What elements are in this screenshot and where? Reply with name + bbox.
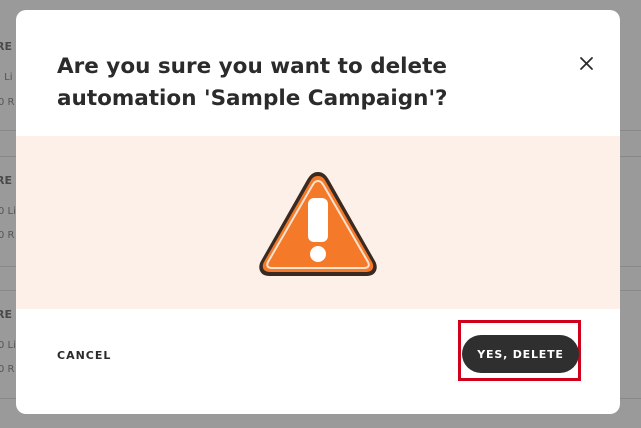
background-row-text: 0 R	[0, 97, 15, 108]
warning-panel	[16, 136, 620, 309]
warning-triangle-icon	[259, 172, 377, 276]
background-row-text: 0 R	[0, 364, 15, 375]
close-icon	[580, 57, 593, 70]
delete-automation-dialog: Are you sure you want to delete automati…	[16, 10, 620, 414]
background-row-text: 0 Li	[0, 206, 16, 217]
dialog-title: Are you sure you want to delete automati…	[57, 54, 448, 111]
cancel-button[interactable]: CANCEL	[57, 347, 111, 363]
background-row-text: 0 Li	[0, 340, 16, 351]
background-row-text: I Li	[0, 72, 13, 83]
background-row-title: RE	[0, 174, 12, 187]
yes-delete-button[interactable]: YES, DELETE	[462, 335, 579, 373]
close-button[interactable]	[576, 53, 598, 75]
background-row-text: 0 R	[0, 230, 15, 241]
background-row-title: RE	[0, 308, 12, 321]
background-row-title: RE	[0, 40, 12, 53]
